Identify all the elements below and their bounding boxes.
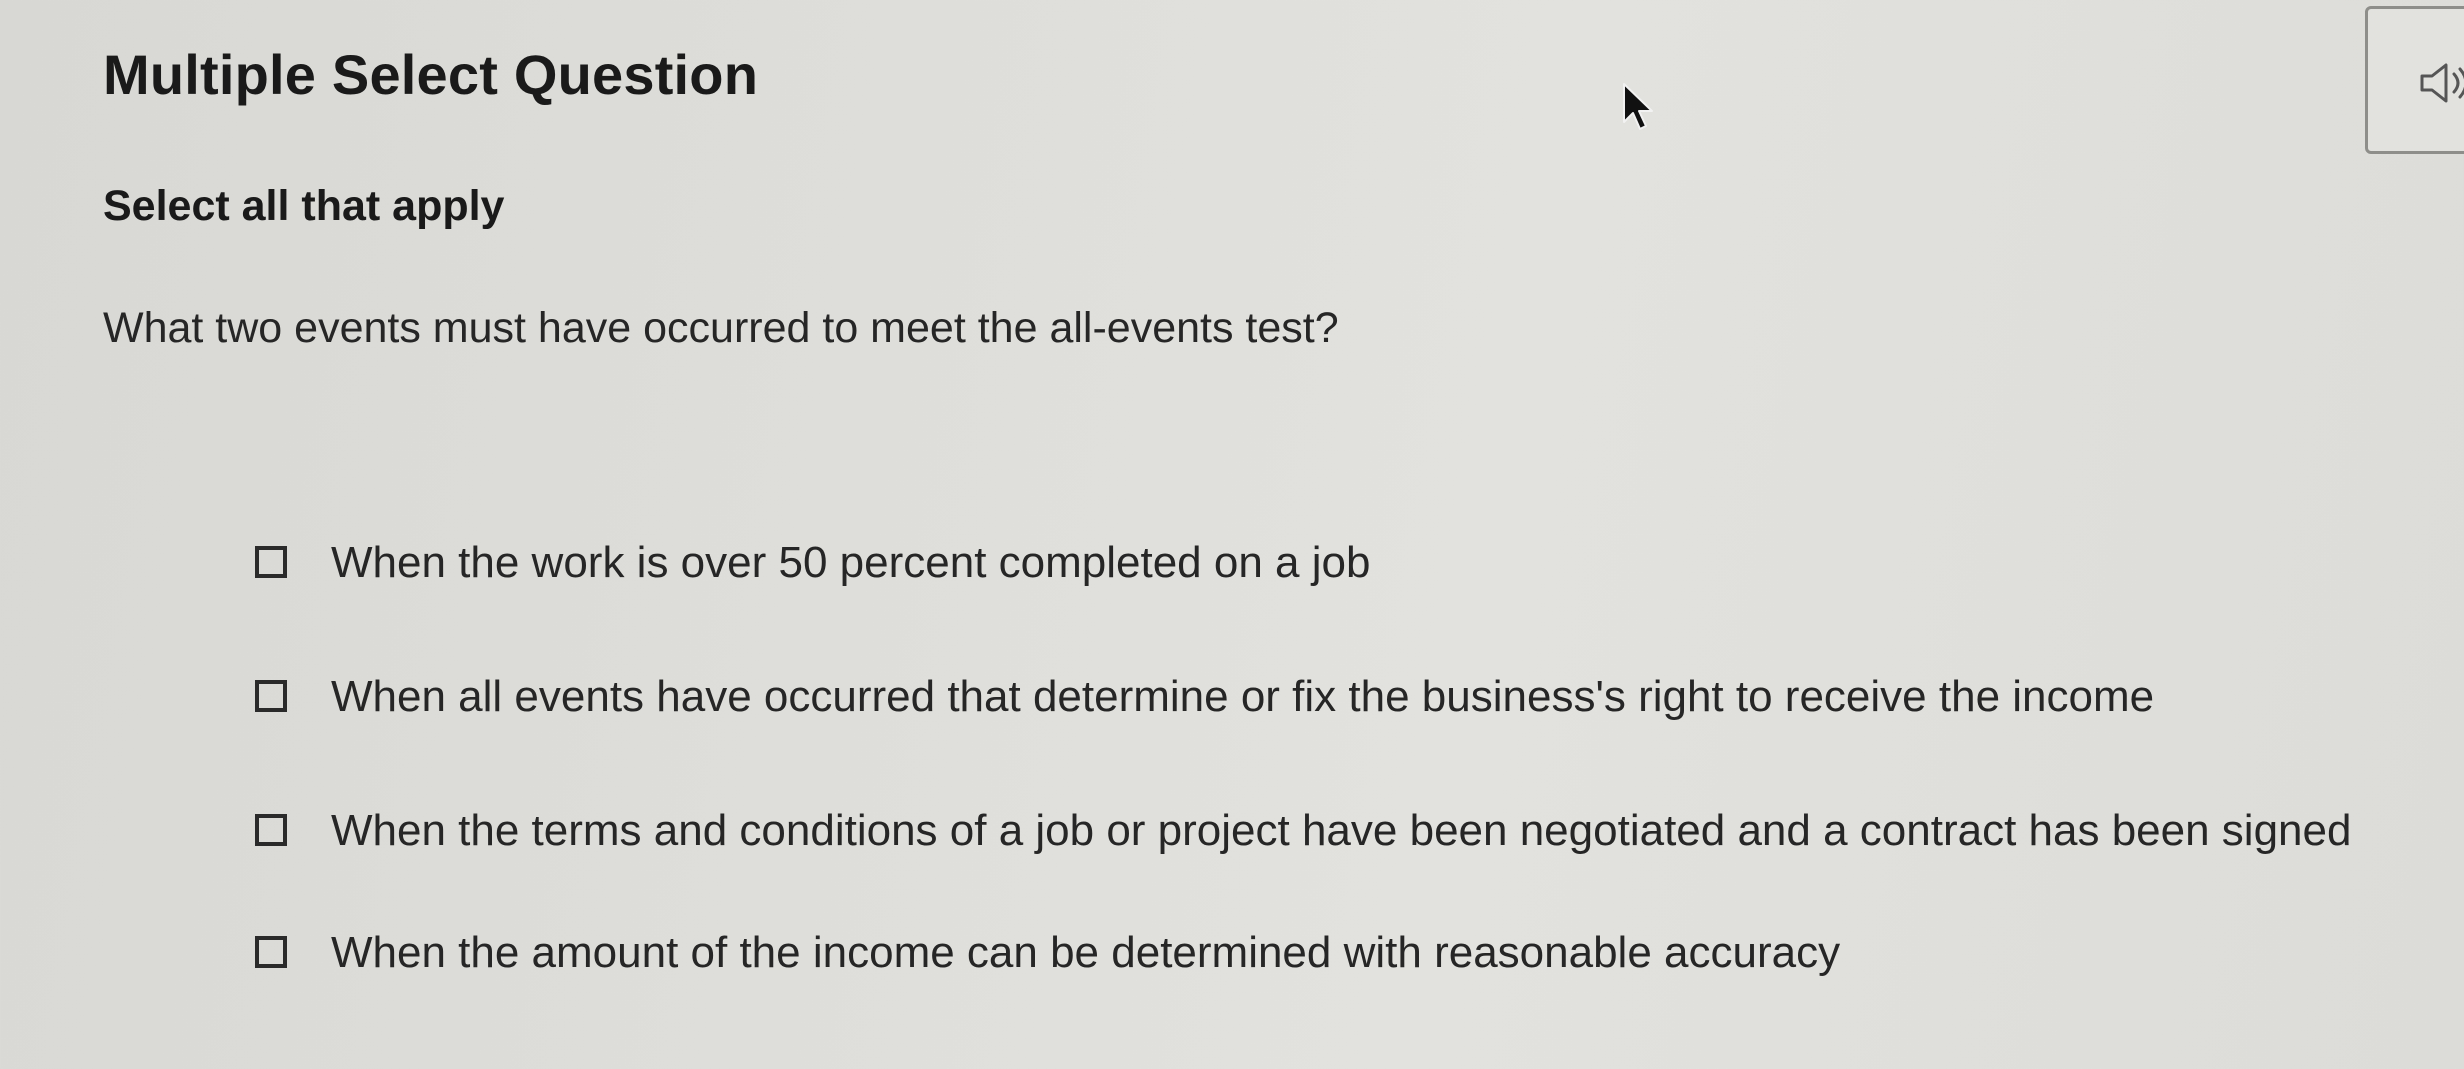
answer-option-label: When the terms and conditions of a job o…: [331, 806, 2352, 855]
answer-option-label: When the work is over 50 percent complet…: [331, 538, 1371, 587]
speaker-icon: [2420, 63, 2464, 103]
question-type-title: Multiple Select Question: [103, 43, 759, 106]
answer-option[interactable]: When all events have occurred that deter…: [255, 664, 2405, 730]
read-aloud-button[interactable]: [2365, 6, 2464, 154]
answer-checkbox[interactable]: [255, 936, 287, 968]
instruction-text: Select all that apply: [103, 182, 505, 230]
mouse-pointer-icon: [1623, 83, 1653, 130]
question-prompt: What two events must have occurred to me…: [103, 304, 1339, 352]
question-page: Multiple Select Question Select all that…: [0, 0, 2464, 1069]
answer-option[interactable]: When the work is over 50 percent complet…: [255, 530, 2405, 596]
answer-option[interactable]: When the terms and conditions of a job o…: [255, 798, 2405, 864]
answer-checkbox[interactable]: [255, 814, 287, 846]
answer-option-label: When the amount of the income can be det…: [331, 928, 1841, 977]
answer-checkbox[interactable]: [255, 680, 287, 712]
answer-option[interactable]: When the amount of the income can be det…: [255, 920, 2405, 986]
answer-option-label: When all events have occurred that deter…: [331, 672, 2155, 721]
answer-options: When the work is over 50 percent complet…: [255, 530, 2405, 1054]
answer-checkbox[interactable]: [255, 546, 287, 578]
